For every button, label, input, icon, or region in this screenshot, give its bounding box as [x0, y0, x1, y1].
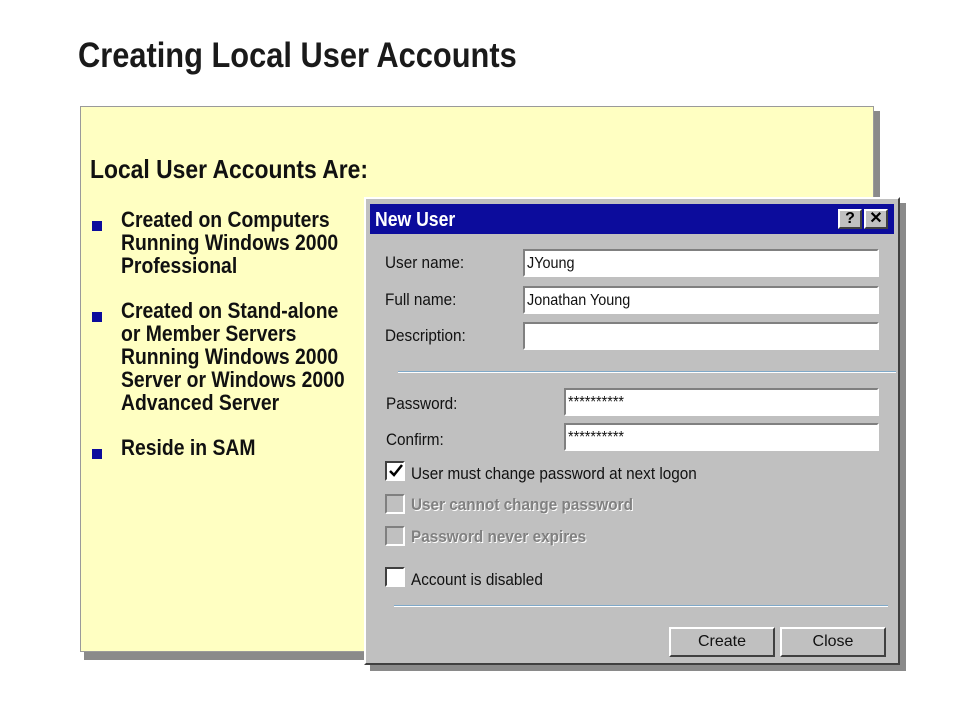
full-name-value: Jonathan Young — [527, 292, 631, 309]
account-disabled-label: Account is disabled — [411, 570, 543, 589]
must-change-password-checkbox[interactable] — [385, 461, 405, 481]
user-name-label: User name: — [385, 253, 465, 272]
confirm-value: ********** — [568, 429, 625, 446]
description-input[interactable] — [523, 322, 879, 350]
user-name-input[interactable]: JYoung — [523, 249, 879, 277]
separator — [398, 371, 896, 373]
confirm-input[interactable]: ********** — [564, 423, 879, 451]
slide-title: Creating Local User Accounts — [78, 36, 517, 75]
confirm-label: Confirm: — [386, 430, 444, 449]
bullet-item: Reside in SAM — [92, 436, 362, 459]
bullet-text: Created on Computers Running Windows 200… — [121, 207, 339, 278]
bullet-list: Created on Computers Running Windows 200… — [92, 208, 362, 481]
dialog-titlebar[interactable]: New User ? ✕ — [370, 204, 894, 234]
separator — [394, 605, 888, 607]
full-name-label: Full name: — [385, 290, 457, 309]
password-label: Password: — [386, 394, 458, 413]
bullet-item: Created on Stand-alone or Member Servers… — [92, 299, 362, 414]
bullet-item: Created on Computers Running Windows 200… — [92, 208, 362, 277]
help-button[interactable]: ? — [838, 209, 862, 229]
checkmark-icon — [389, 464, 403, 477]
password-never-expires-checkbox[interactable] — [385, 526, 405, 546]
password-never-expires-label: Password never expires — [411, 527, 587, 546]
bullet-text: Reside in SAM — [121, 435, 256, 460]
bullet-square-icon — [92, 312, 102, 322]
dialog-title: New User — [375, 209, 456, 231]
full-name-input[interactable]: Jonathan Young — [523, 286, 879, 314]
cannot-change-password-label: User cannot change password — [411, 495, 633, 514]
bullet-square-icon — [92, 221, 102, 231]
user-name-value: JYoung — [527, 255, 575, 272]
close-icon[interactable]: ✕ — [864, 209, 888, 229]
password-input[interactable]: ********** — [564, 388, 879, 416]
description-label: Description: — [385, 326, 466, 345]
panel-heading: Local User Accounts Are: — [90, 154, 369, 184]
password-value: ********** — [568, 394, 625, 411]
new-user-dialog: New User ? ✕ User name: JYoung Full name… — [364, 197, 900, 665]
account-disabled-checkbox[interactable] — [385, 567, 405, 587]
cannot-change-password-checkbox[interactable] — [385, 494, 405, 514]
create-button[interactable]: Create — [669, 627, 775, 657]
bullet-text: Created on Stand-alone or Member Servers… — [121, 298, 345, 415]
bullet-square-icon — [92, 449, 102, 459]
close-button[interactable]: Close — [780, 627, 886, 657]
must-change-password-label: User must change password at next logon — [411, 464, 697, 483]
